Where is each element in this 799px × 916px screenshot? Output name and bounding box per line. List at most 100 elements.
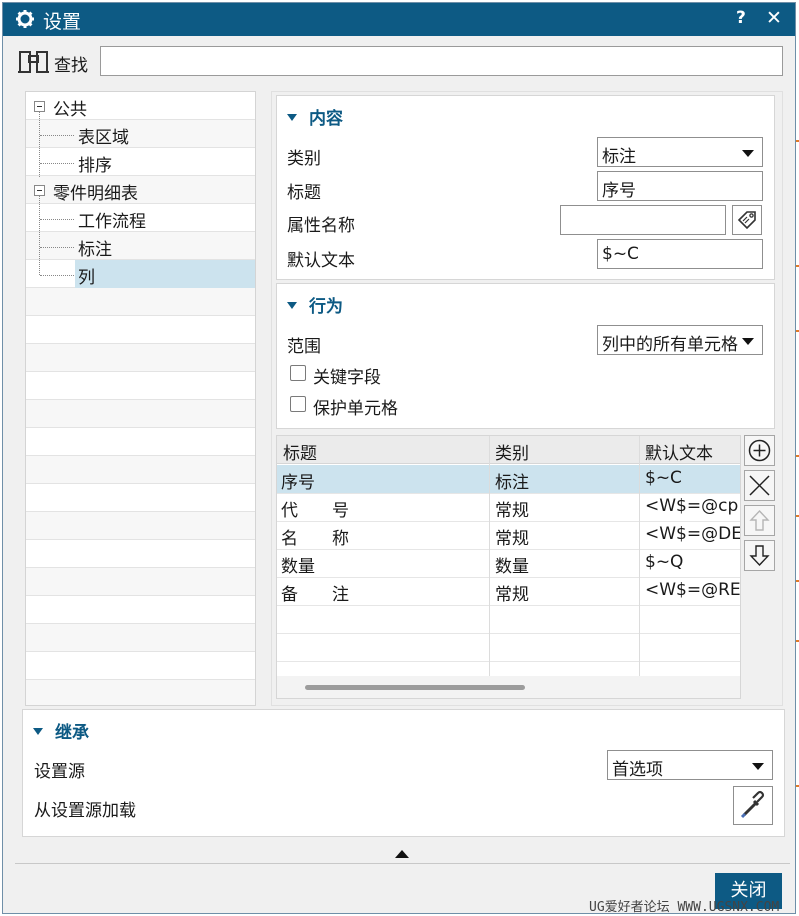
scrollbar-thumb[interactable] [305,685,525,690]
scope-select[interactable]: 列中的所有单元格 [597,325,763,355]
settings-source-select[interactable]: 首选项 [607,750,773,780]
category-select[interactable]: 标注 [597,137,763,167]
arrow-down-icon [749,545,770,567]
category-select-value: 标注 [602,147,636,167]
tree-connector [40,247,74,248]
columns-table[interactable]: 标题 类别 默认文本 序号 标注 $~C 代 号 常规 <W$=@cp 名 称 … [276,435,741,699]
table-cell[interactable]: <W$=@RE [645,580,740,600]
tree-row [26,596,255,624]
table-cell[interactable]: <W$=@DE [645,524,740,544]
table-cell[interactable]: $~C [645,468,740,488]
dropdown-arrow-icon [742,338,754,345]
table-cell[interactable]: 数量 [281,552,315,577]
tree-connector [40,135,74,136]
behavior-group-title: 行为 [309,297,343,317]
column-header-category[interactable]: 类别 [495,439,529,464]
table-cell[interactable]: 常规 [495,580,529,605]
tree-item-common[interactable]: 公共 [53,95,87,120]
table-cell[interactable]: 标注 [495,468,529,493]
tree-row [26,484,255,512]
tree-item-sort[interactable]: 排序 [78,151,112,176]
tree-item-table-region[interactable]: 表区域 [78,123,129,148]
column-header-title[interactable]: 标题 [283,439,317,464]
content-group-title: 内容 [309,109,343,129]
table-cell[interactable]: 代 号 [281,496,349,521]
attribute-tag-button[interactable] [732,205,762,235]
title-field[interactable]: 序号 [597,171,763,201]
gear-icon [16,10,34,28]
tree-row [26,148,255,176]
collapse-toggle-icon[interactable] [34,185,45,196]
tree-row [26,680,255,705]
footer-divider [15,863,790,864]
row-divider [277,521,740,522]
delete-column-button[interactable] [744,470,775,501]
move-down-button[interactable] [744,540,775,571]
table-cell[interactable]: 数量 [495,552,529,577]
collapse-toggle-icon[interactable] [34,101,45,112]
behavior-group-header[interactable]: 行为 [287,292,343,317]
dropdown-arrow-icon [752,763,764,770]
inherit-group: 继承 设置源 首选项 从设置源加载 [22,709,785,837]
help-button[interactable]: ? [736,8,746,28]
attribute-name-label: 属性名称 [287,216,355,236]
tree-row [26,400,255,428]
settings-tree[interactable]: 公共 表区域 排序 零件明细表 工作流程 标注 列 [25,91,256,706]
table-cell[interactable]: 备 注 [281,580,349,605]
tree-connector [40,219,74,220]
table-cell[interactable]: 常规 [495,524,529,549]
collapse-triangle-icon [33,727,43,735]
content-group-header[interactable]: 内容 [287,104,343,129]
tree-connector [39,196,40,275]
title-bar: 设置 ? ✕ [3,3,795,36]
table-cell[interactable]: <W$=@cp [645,496,740,516]
tree-connector [40,163,74,164]
tree-row [26,540,255,568]
search-label: 查找 [54,56,88,76]
eyedropper-icon [740,790,765,819]
delete-x-icon [749,475,770,496]
add-column-button[interactable] [744,435,775,466]
column-header-default-text[interactable]: 默认文本 [645,439,740,464]
tree-item-column[interactable]: 列 [78,263,95,288]
key-field-label: 关键字段 [313,368,381,388]
tree-item-annotation[interactable]: 标注 [78,235,112,260]
tree-connector [40,275,74,276]
scope-select-value: 列中的所有单元格 [602,335,738,355]
tree-row [26,288,255,316]
tag-icon [737,211,756,230]
tree-row [26,568,255,596]
table-cell[interactable]: 名 称 [281,524,349,549]
search-input[interactable] [100,46,783,76]
tree-row [26,120,255,148]
default-text-field[interactable]: $~C [597,239,763,269]
key-field-checkbox[interactable] [290,365,306,381]
horizontal-scrollbar[interactable] [277,676,740,698]
row-divider [277,661,740,662]
tree-item-parts-list[interactable]: 零件明细表 [53,179,138,204]
row-divider [277,577,740,578]
binoculars-icon [18,51,49,73]
table-cell[interactable]: 常规 [495,496,529,521]
column-divider [489,436,490,676]
load-from-source-button[interactable] [733,786,773,825]
tree-row [26,316,255,344]
close-window-button[interactable]: ✕ [766,7,782,29]
inherit-group-header[interactable]: 继承 [33,718,89,743]
tree-row [26,652,255,680]
collapse-up-arrow-icon[interactable] [395,850,409,858]
settings-source-value: 首选项 [612,760,663,780]
move-up-button[interactable] [744,505,775,536]
title-field-value: 序号 [602,181,636,201]
table-cell[interactable]: $~Q [645,552,740,572]
tree-item-workflow[interactable]: 工作流程 [78,207,146,232]
inherit-group-title: 继承 [55,723,89,743]
title-label: 标题 [287,183,321,203]
attribute-name-field[interactable] [560,205,726,235]
protect-cell-checkbox[interactable] [290,396,306,412]
default-text-label: 默认文本 [287,251,355,271]
table-cell[interactable]: 序号 [281,468,315,493]
tree-connector [39,112,40,177]
category-label: 类别 [287,149,321,169]
tree-row [26,232,255,260]
